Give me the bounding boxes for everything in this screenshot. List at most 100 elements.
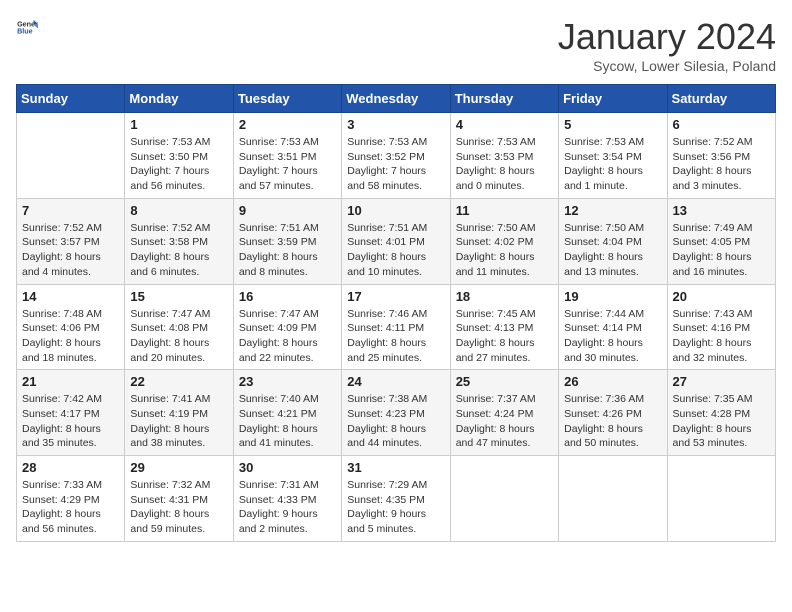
day-number: 24 — [347, 374, 444, 389]
calendar-cell: 25 Sunrise: 7:37 AM Sunset: 4:24 PM Dayli… — [450, 370, 558, 456]
day-number: 4 — [456, 117, 553, 132]
day-info: Sunrise: 7:50 AM Sunset: 4:04 PM Dayligh… — [564, 221, 661, 280]
day-info: Sunrise: 7:31 AM Sunset: 4:33 PM Dayligh… — [239, 478, 336, 537]
day-info: Sunrise: 7:37 AM Sunset: 4:24 PM Dayligh… — [456, 392, 553, 451]
calendar-cell: 27 Sunrise: 7:35 AM Sunset: 4:28 PM Dayli… — [667, 370, 775, 456]
day-number: 13 — [673, 203, 770, 218]
calendar-cell: 7 Sunrise: 7:52 AM Sunset: 3:57 PM Daylig… — [17, 198, 125, 284]
calendar-cell: 12 Sunrise: 7:50 AM Sunset: 4:04 PM Dayli… — [559, 198, 667, 284]
calendar-table: SundayMondayTuesdayWednesdayThursdayFrid… — [16, 84, 776, 542]
header-saturday: Saturday — [667, 85, 775, 113]
calendar-cell: 3 Sunrise: 7:53 AM Sunset: 3:52 PM Daylig… — [342, 113, 450, 199]
day-number: 27 — [673, 374, 770, 389]
header-tuesday: Tuesday — [233, 85, 341, 113]
day-info: Sunrise: 7:29 AM Sunset: 4:35 PM Dayligh… — [347, 478, 444, 537]
day-info: Sunrise: 7:52 AM Sunset: 3:57 PM Dayligh… — [22, 221, 119, 280]
calendar-cell — [667, 456, 775, 542]
calendar-cell: 5Sunrise: 7:53 AM Sunset: 3:54 PM Daylig… — [559, 113, 667, 199]
calendar-cell: 1 Sunrise: 7:53 AM Sunset: 3:50 PM Daylig… — [125, 113, 233, 199]
week-row-4: 28 Sunrise: 7:33 AM Sunset: 4:29 PM Dayli… — [17, 456, 776, 542]
day-info: Sunrise: 7:33 AM Sunset: 4:29 PM Dayligh… — [22, 478, 119, 537]
day-number: 3 — [347, 117, 444, 132]
calendar-cell: 20Sunrise: 7:43 AM Sunset: 4:16 PM Dayli… — [667, 284, 775, 370]
day-number: 10 — [347, 203, 444, 218]
calendar-cell: 15 Sunrise: 7:47 AM Sunset: 4:08 PM Dayli… — [125, 284, 233, 370]
calendar-cell: 14 Sunrise: 7:48 AM Sunset: 4:06 PM Dayli… — [17, 284, 125, 370]
day-number: 28 — [22, 460, 119, 475]
day-info: Sunrise: 7:46 AM Sunset: 4:11 PM Dayligh… — [347, 307, 444, 366]
day-info: Sunrise: 7:42 AM Sunset: 4:17 PM Dayligh… — [22, 392, 119, 451]
day-info: Sunrise: 7:32 AM Sunset: 4:31 PM Dayligh… — [130, 478, 227, 537]
calendar-cell: 24 Sunrise: 7:38 AM Sunset: 4:23 PM Dayli… — [342, 370, 450, 456]
day-info: Sunrise: 7:52 AM Sunset: 3:56 PM Dayligh… — [673, 135, 770, 194]
day-number: 14 — [22, 289, 119, 304]
calendar-cell — [450, 456, 558, 542]
day-info: Sunrise: 7:50 AM Sunset: 4:02 PM Dayligh… — [456, 221, 553, 280]
header-wednesday: Wednesday — [342, 85, 450, 113]
logo: General Blue — [16, 16, 38, 43]
calendar-cell: 18 Sunrise: 7:45 AM Sunset: 4:13 PM Dayli… — [450, 284, 558, 370]
calendar-cell: 11 Sunrise: 7:50 AM Sunset: 4:02 PM Dayli… — [450, 198, 558, 284]
day-info: Sunrise: 7:38 AM Sunset: 4:23 PM Dayligh… — [347, 392, 444, 451]
title-block: January 2024 Sycow, Lower Silesia, Polan… — [558, 16, 776, 74]
day-info: Sunrise: 7:35 AM Sunset: 4:28 PM Dayligh… — [673, 392, 770, 451]
week-row-3: 21 Sunrise: 7:42 AM Sunset: 4:17 PM Dayli… — [17, 370, 776, 456]
calendar-cell: 2Sunrise: 7:53 AM Sunset: 3:51 PM Daylig… — [233, 113, 341, 199]
day-info: Sunrise: 7:53 AM Sunset: 3:54 PM Dayligh… — [564, 135, 661, 194]
calendar-cell: 21 Sunrise: 7:42 AM Sunset: 4:17 PM Dayli… — [17, 370, 125, 456]
day-info: Sunrise: 7:48 AM Sunset: 4:06 PM Dayligh… — [22, 307, 119, 366]
day-number: 16 — [239, 289, 336, 304]
day-number: 31 — [347, 460, 444, 475]
header-monday: Monday — [125, 85, 233, 113]
month-title: January 2024 — [558, 16, 776, 58]
week-row-1: 7 Sunrise: 7:52 AM Sunset: 3:57 PM Daylig… — [17, 198, 776, 284]
day-info: Sunrise: 7:51 AM Sunset: 4:01 PM Dayligh… — [347, 221, 444, 280]
day-info: Sunrise: 7:53 AM Sunset: 3:50 PM Dayligh… — [130, 135, 227, 194]
calendar-cell — [559, 456, 667, 542]
calendar-cell: 8Sunrise: 7:52 AM Sunset: 3:58 PM Daylig… — [125, 198, 233, 284]
day-info: Sunrise: 7:49 AM Sunset: 4:05 PM Dayligh… — [673, 221, 770, 280]
calendar-cell: 6Sunrise: 7:52 AM Sunset: 3:56 PM Daylig… — [667, 113, 775, 199]
calendar-cell: 23Sunrise: 7:40 AM Sunset: 4:21 PM Dayli… — [233, 370, 341, 456]
day-number: 26 — [564, 374, 661, 389]
calendar-cell: 10 Sunrise: 7:51 AM Sunset: 4:01 PM Dayli… — [342, 198, 450, 284]
day-number: 30 — [239, 460, 336, 475]
header-friday: Friday — [559, 85, 667, 113]
day-number: 17 — [347, 289, 444, 304]
week-row-0: 1 Sunrise: 7:53 AM Sunset: 3:50 PM Daylig… — [17, 113, 776, 199]
day-number: 18 — [456, 289, 553, 304]
day-number: 15 — [130, 289, 227, 304]
calendar-cell: 30 Sunrise: 7:31 AM Sunset: 4:33 PM Dayli… — [233, 456, 341, 542]
day-number: 21 — [22, 374, 119, 389]
day-info: Sunrise: 7:43 AM Sunset: 4:16 PM Dayligh… — [673, 307, 770, 366]
calendar-cell: 17 Sunrise: 7:46 AM Sunset: 4:11 PM Dayli… — [342, 284, 450, 370]
calendar-cell: 31 Sunrise: 7:29 AM Sunset: 4:35 PM Dayli… — [342, 456, 450, 542]
day-info: Sunrise: 7:47 AM Sunset: 4:09 PM Dayligh… — [239, 307, 336, 366]
day-info: Sunrise: 7:45 AM Sunset: 4:13 PM Dayligh… — [456, 307, 553, 366]
day-number: 19 — [564, 289, 661, 304]
day-number: 1 — [130, 117, 227, 132]
day-info: Sunrise: 7:53 AM Sunset: 3:53 PM Dayligh… — [456, 135, 553, 194]
calendar-cell: 29 Sunrise: 7:32 AM Sunset: 4:31 PM Dayli… — [125, 456, 233, 542]
calendar-cell: 28 Sunrise: 7:33 AM Sunset: 4:29 PM Dayli… — [17, 456, 125, 542]
day-number: 11 — [456, 203, 553, 218]
day-number: 25 — [456, 374, 553, 389]
day-number: 23 — [239, 374, 336, 389]
day-number: 12 — [564, 203, 661, 218]
calendar-cell: 9Sunrise: 7:51 AM Sunset: 3:59 PM Daylig… — [233, 198, 341, 284]
calendar-cell: 22Sunrise: 7:41 AM Sunset: 4:19 PM Dayli… — [125, 370, 233, 456]
day-info: Sunrise: 7:52 AM Sunset: 3:58 PM Dayligh… — [130, 221, 227, 280]
day-info: Sunrise: 7:53 AM Sunset: 3:52 PM Dayligh… — [347, 135, 444, 194]
calendar-cell: 16 Sunrise: 7:47 AM Sunset: 4:09 PM Dayli… — [233, 284, 341, 370]
day-number: 7 — [22, 203, 119, 218]
day-number: 29 — [130, 460, 227, 475]
logo-icon: General Blue — [16, 16, 38, 38]
day-info: Sunrise: 7:51 AM Sunset: 3:59 PM Dayligh… — [239, 221, 336, 280]
svg-text:Blue: Blue — [17, 28, 33, 36]
header-thursday: Thursday — [450, 85, 558, 113]
calendar-cell — [17, 113, 125, 199]
day-info: Sunrise: 7:47 AM Sunset: 4:08 PM Dayligh… — [130, 307, 227, 366]
location-subtitle: Sycow, Lower Silesia, Poland — [558, 58, 776, 74]
calendar-cell: 19Sunrise: 7:44 AM Sunset: 4:14 PM Dayli… — [559, 284, 667, 370]
day-number: 2 — [239, 117, 336, 132]
